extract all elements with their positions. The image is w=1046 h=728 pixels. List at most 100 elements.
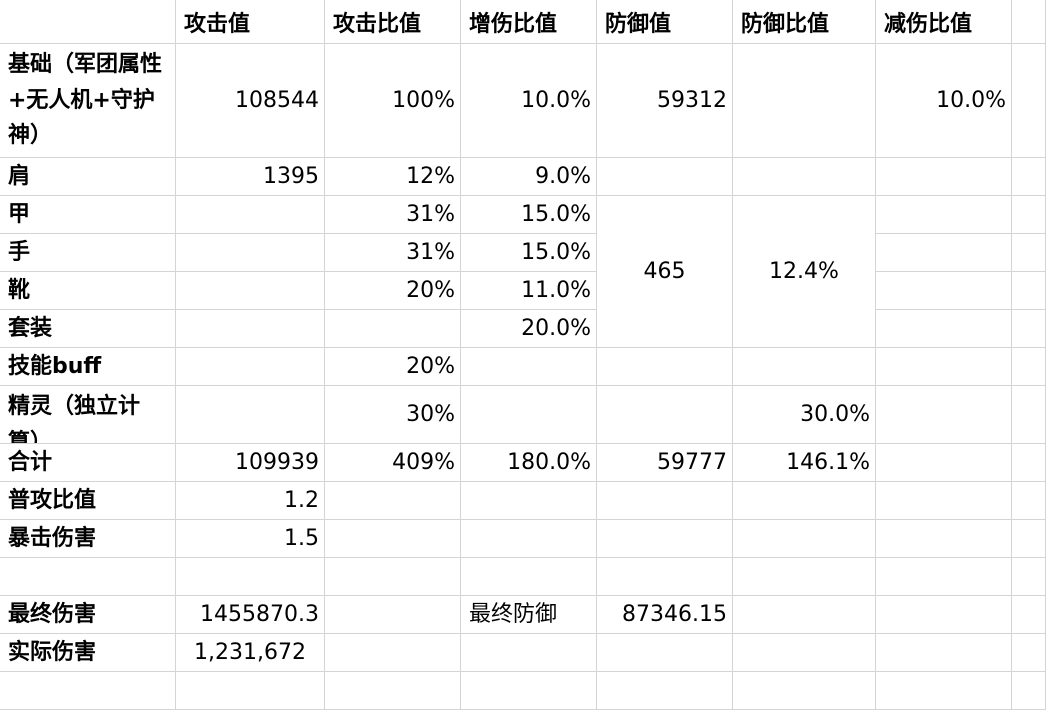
data-cell[interactable]	[461, 558, 597, 596]
data-cell[interactable]	[1012, 634, 1046, 672]
data-cell[interactable]	[597, 348, 733, 386]
data-cell[interactable]: 146.1%	[733, 444, 876, 482]
row-label-cell[interactable]: 靴	[0, 272, 176, 310]
data-cell[interactable]: 1395	[176, 158, 325, 196]
data-cell[interactable]: 59312	[597, 44, 733, 158]
data-cell[interactable]	[1012, 672, 1046, 710]
data-cell[interactable]	[876, 596, 1012, 634]
data-cell[interactable]	[176, 348, 325, 386]
header-cell[interactable]	[1012, 0, 1046, 44]
data-cell[interactable]	[461, 482, 597, 520]
data-cell[interactable]: 87346.15	[597, 596, 733, 634]
row-label-cell[interactable]: 实际伤害	[0, 634, 176, 672]
data-cell[interactable]	[1012, 310, 1046, 348]
data-cell[interactable]	[325, 558, 461, 596]
data-cell[interactable]: 20.0%	[461, 310, 597, 348]
data-cell[interactable]	[1012, 596, 1046, 634]
data-cell[interactable]	[733, 348, 876, 386]
data-cell[interactable]: 20%	[325, 272, 461, 310]
data-cell[interactable]: 109939	[176, 444, 325, 482]
data-cell[interactable]: 9.0%	[461, 158, 597, 196]
data-cell[interactable]: 1455870.3	[176, 596, 325, 634]
data-cell[interactable]: 1,231,672	[176, 634, 325, 672]
data-cell[interactable]	[176, 234, 325, 272]
data-cell[interactable]: 180.0%	[461, 444, 597, 482]
data-cell[interactable]	[597, 558, 733, 596]
data-cell[interactable]: 10.0%	[461, 44, 597, 158]
data-cell[interactable]: 1.5	[176, 520, 325, 558]
data-cell[interactable]: 59777	[597, 444, 733, 482]
data-cell[interactable]	[733, 44, 876, 158]
data-cell[interactable]	[876, 348, 1012, 386]
header-cell[interactable]: 减伤比值	[876, 0, 1012, 44]
data-cell[interactable]	[1012, 44, 1046, 158]
row-label-cell[interactable]: 精灵（独立计算）	[0, 386, 176, 444]
data-cell[interactable]	[1012, 444, 1046, 482]
data-cell[interactable]	[876, 482, 1012, 520]
data-cell[interactable]	[876, 234, 1012, 272]
data-cell[interactable]	[876, 158, 1012, 196]
data-cell[interactable]: 11.0%	[461, 272, 597, 310]
row-label-cell[interactable]: 普攻比值	[0, 482, 176, 520]
data-cell[interactable]	[597, 158, 733, 196]
row-label-cell[interactable]: 甲	[0, 196, 176, 234]
data-cell[interactable]	[733, 634, 876, 672]
data-cell[interactable]	[1012, 520, 1046, 558]
data-cell[interactable]: 1.2	[176, 482, 325, 520]
data-cell[interactable]	[1012, 386, 1046, 444]
data-cell[interactable]	[325, 596, 461, 634]
data-cell[interactable]	[733, 672, 876, 710]
header-cell[interactable]: 增伤比值	[461, 0, 597, 44]
header-cell[interactable]: 攻击比值	[325, 0, 461, 44]
data-cell[interactable]	[876, 672, 1012, 710]
data-cell[interactable]	[597, 634, 733, 672]
header-cell[interactable]: 攻击值	[176, 0, 325, 44]
header-cell[interactable]	[0, 0, 176, 44]
data-cell[interactable]	[1012, 558, 1046, 596]
data-cell[interactable]	[733, 158, 876, 196]
data-cell[interactable]	[461, 634, 597, 672]
data-cell[interactable]	[176, 672, 325, 710]
data-cell[interactable]	[876, 634, 1012, 672]
merged-defense-ratio-cell[interactable]: 12.4%	[733, 196, 876, 348]
data-cell[interactable]	[597, 386, 733, 444]
data-cell[interactable]	[876, 310, 1012, 348]
data-cell[interactable]	[876, 520, 1012, 558]
data-cell[interactable]	[733, 596, 876, 634]
data-cell[interactable]	[733, 520, 876, 558]
data-cell[interactable]: 15.0%	[461, 196, 597, 234]
data-cell[interactable]	[876, 444, 1012, 482]
data-cell[interactable]	[325, 520, 461, 558]
row-label-cell[interactable]: 套装	[0, 310, 176, 348]
data-cell[interactable]	[876, 272, 1012, 310]
row-label-cell[interactable]	[0, 558, 176, 596]
data-cell[interactable]	[325, 482, 461, 520]
data-cell[interactable]	[1012, 482, 1046, 520]
data-cell[interactable]	[876, 558, 1012, 596]
data-cell[interactable]: 15.0%	[461, 234, 597, 272]
data-cell[interactable]	[1012, 348, 1046, 386]
row-label-cell[interactable]: 最终伤害	[0, 596, 176, 634]
data-cell[interactable]: 30.0%	[733, 386, 876, 444]
data-cell[interactable]	[1012, 196, 1046, 234]
data-cell[interactable]: 最终防御	[461, 596, 597, 634]
data-cell[interactable]: 108544	[176, 44, 325, 158]
data-cell[interactable]	[733, 482, 876, 520]
data-cell[interactable]	[1012, 272, 1046, 310]
row-label-cell[interactable]: 肩	[0, 158, 176, 196]
data-cell[interactable]	[176, 272, 325, 310]
data-cell[interactable]: 10.0%	[876, 44, 1012, 158]
data-cell[interactable]	[461, 386, 597, 444]
data-cell[interactable]: 30%	[325, 386, 461, 444]
data-cell[interactable]	[176, 386, 325, 444]
data-cell[interactable]	[461, 520, 597, 558]
data-cell[interactable]: 20%	[325, 348, 461, 386]
data-cell[interactable]: 31%	[325, 196, 461, 234]
merged-defense-cell[interactable]: 465	[597, 196, 733, 348]
data-cell[interactable]	[597, 672, 733, 710]
row-label-cell[interactable]	[0, 672, 176, 710]
data-cell[interactable]	[325, 310, 461, 348]
data-cell[interactable]	[176, 310, 325, 348]
data-cell[interactable]	[325, 672, 461, 710]
data-cell[interactable]	[1012, 158, 1046, 196]
